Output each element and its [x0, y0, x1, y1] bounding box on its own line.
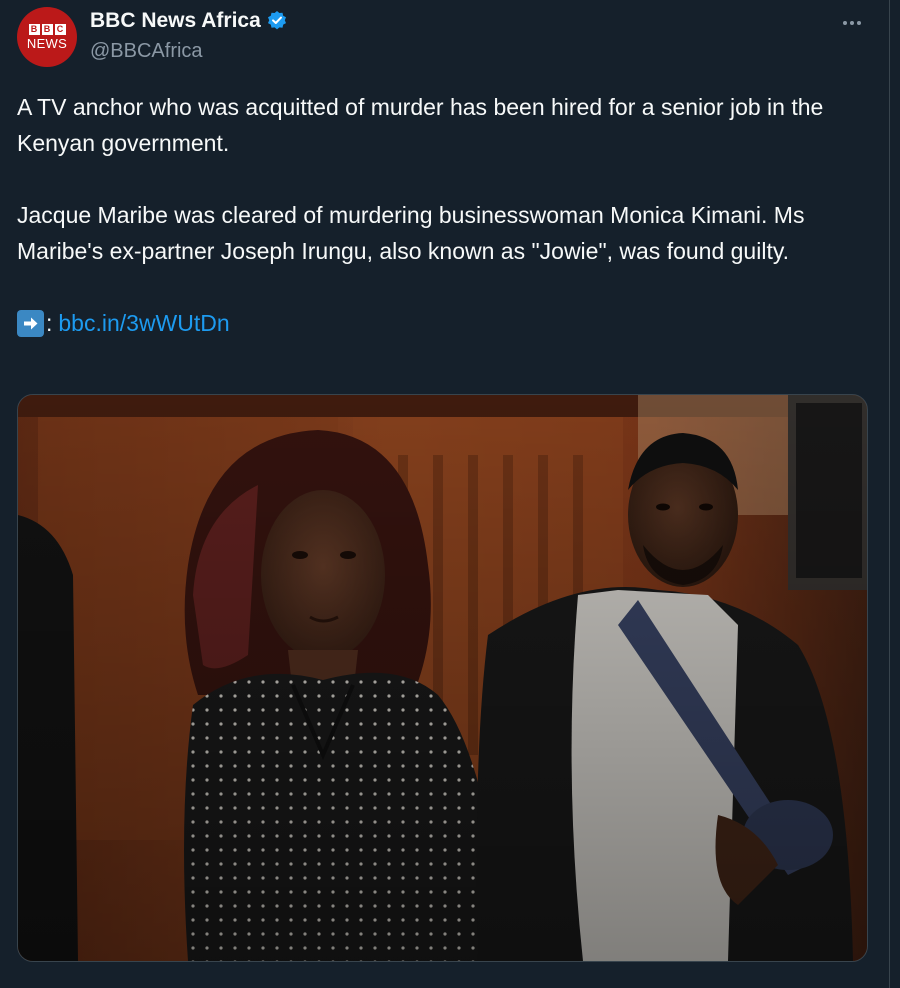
article-link[interactable]: bbc.in/3wWUtDn	[58, 305, 229, 341]
bbc-logo-letter-b1: B	[28, 24, 40, 35]
right-arrow-emoji-icon	[17, 309, 44, 337]
more-dot	[857, 21, 861, 25]
more-dot	[850, 21, 854, 25]
tweet-paragraph-2: Jacque Maribe was cleared of murdering b…	[17, 202, 805, 264]
account-handle[interactable]: @BBCAfrica	[90, 40, 203, 63]
tweet-photo[interactable]	[17, 394, 868, 962]
courtroom-photo	[18, 395, 867, 961]
link-prefix: :	[46, 310, 53, 336]
author-name-row: BBC News Africa	[90, 9, 288, 33]
more-options-icon[interactable]	[837, 8, 867, 38]
display-name[interactable]: BBC News Africa	[90, 9, 261, 33]
tweet-card: B B C NEWS BBC News Africa @BBCAfrica A …	[0, 0, 890, 988]
more-dot	[843, 21, 847, 25]
avatar-news-text: NEWS	[26, 36, 68, 51]
tweet-link-line: : bbc.in/3wWUtDn	[17, 305, 877, 341]
bbc-logo-letter-c: C	[54, 24, 66, 35]
avatar[interactable]: B B C NEWS	[17, 7, 77, 67]
verified-badge-icon[interactable]	[266, 10, 288, 32]
bbc-logo-letter-b2: B	[41, 24, 53, 35]
bbc-logo: B B C	[28, 24, 66, 35]
tweet-paragraph-1: A TV anchor who was acquitted of murder …	[17, 94, 824, 156]
tweet-text: A TV anchor who was acquitted of murder …	[17, 89, 877, 341]
